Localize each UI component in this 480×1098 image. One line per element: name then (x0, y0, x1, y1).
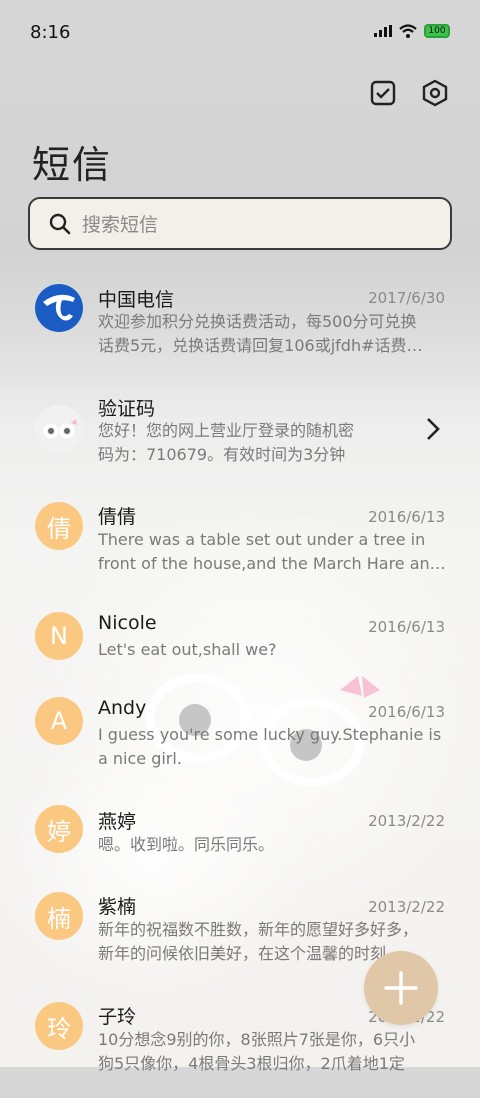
battery-icon: 100 (424, 24, 450, 38)
contact-name: 子玲 (98, 1006, 137, 1028)
contact-name: Andy (98, 697, 147, 719)
preview-line: I guess you're some lucky guy.Stephanie … (98, 725, 442, 744)
contact-name: Nicole (98, 612, 157, 634)
compose-button[interactable] (364, 951, 438, 1025)
preview-line: 新年的祝福数不胜数，新年的愿望好多好多， (98, 920, 419, 939)
message-preview: 欢迎参加积分兑换话费活动，每500分可兑换 话费5元，兑换话费请回复106或jf… (98, 310, 448, 358)
status-bar: 8:16 100 (0, 0, 480, 68)
contact-name: 燕婷 (98, 811, 137, 833)
message-preview: 10分想念9别的你，8张照片7张是你，6只小 狗5只像你，4根骨头3根归你，2爪… (98, 1028, 448, 1076)
preview-line: 欢迎参加积分兑换话费活动，每500分可兑换 (98, 312, 417, 331)
message-preview: I guess you're some lucky guy.Stephanie … (98, 723, 448, 771)
avatar (35, 405, 83, 453)
preview-line: There was a table set out under a tree i… (98, 530, 426, 549)
settings-button[interactable] (420, 78, 450, 108)
avatar: 婷 (35, 805, 83, 853)
page-title: 短信 (32, 143, 113, 187)
avatar: 楠 (35, 892, 83, 940)
preview-line: Let's eat out,shall we? (98, 640, 277, 659)
avatar: 玲 (35, 1002, 83, 1050)
list-item[interactable]: 验证码 您好！您的网上营业厅登录的随机密 码为：710679。有效时间为3分钟 (0, 378, 480, 488)
message-preview: 您好！您的网上营业厅登录的随机密 码为：710679。有效时间为3分钟 (98, 419, 398, 467)
preview-line: 狗5只像你，4根骨头3根归你，2爪着地1定 (98, 1054, 405, 1073)
contact-name: 倩倩 (98, 506, 137, 528)
list-item[interactable]: 婷 燕婷 2013/2/22 嗯。收到啦。同乐同乐。 (0, 793, 480, 878)
list-item[interactable]: A Andy 2016/6/13 I guess you're some luc… (0, 683, 480, 793)
list-item[interactable]: 倩 倩倩 2016/6/13 There was a table set out… (0, 488, 480, 598)
message-preview: Let's eat out,shall we? (98, 638, 448, 662)
contact-name: 中国电信 (98, 289, 175, 311)
preview-line: 10分想念9别的你，8张照片7张是你，6只小 (98, 1030, 416, 1049)
avatar (35, 284, 83, 332)
plus-icon (384, 971, 418, 1005)
avatar: N (35, 612, 83, 660)
message-date: 2016/6/13 (368, 703, 445, 721)
system-icons: 100 (374, 24, 450, 38)
select-button[interactable] (368, 78, 398, 108)
message-date: 2016/6/13 (368, 618, 445, 636)
preview-line: 您好！您的网上营业厅登录的随机密 (98, 421, 355, 440)
signal-icon (374, 25, 392, 37)
status-time: 8:16 (30, 22, 71, 43)
message-date: 2016/6/13 (368, 508, 445, 526)
message-preview: 嗯。收到啦。同乐同乐。 (98, 833, 448, 857)
checkbox-icon (370, 80, 396, 106)
list-item[interactable]: 中国电信 2017/6/30 欢迎参加积分兑换话费活动，每500分可兑换 话费5… (0, 268, 480, 378)
message-date: 2013/2/22 (368, 812, 445, 830)
settings-hex-icon (422, 79, 448, 107)
preview-line: a nice girl. (98, 749, 182, 768)
preview-line: front of the house,and the March Hare an… (98, 554, 446, 573)
search-placeholder: 搜索短信 (82, 214, 159, 236)
message-date: 2013/2/22 (368, 898, 445, 916)
search-icon (49, 213, 71, 234)
preview-line: 嗯。收到啦。同乐同乐。 (98, 835, 275, 854)
top-actions (368, 78, 450, 108)
cat-photo-avatar-icon (35, 405, 83, 453)
avatar: 倩 (35, 502, 83, 550)
contact-name: 验证码 (98, 398, 156, 420)
china-telecom-logo-icon (35, 284, 83, 332)
message-date: 2017/6/30 (368, 289, 445, 307)
preview-line: 码为：710679。有效时间为3分钟 (98, 445, 346, 464)
avatar: A (35, 697, 83, 745)
search-input[interactable]: 搜索短信 (28, 197, 452, 250)
chevron-right-icon[interactable] (424, 416, 442, 442)
message-preview: There was a table set out under a tree i… (98, 528, 448, 576)
list-item[interactable]: N Nicole 2016/6/13 Let's eat out,shall w… (0, 598, 480, 683)
contact-name: 紫楠 (98, 896, 137, 918)
preview-line: 话费5元，兑换话费请回复106或jfdh#话费… (98, 336, 423, 355)
wifi-icon (399, 24, 417, 38)
